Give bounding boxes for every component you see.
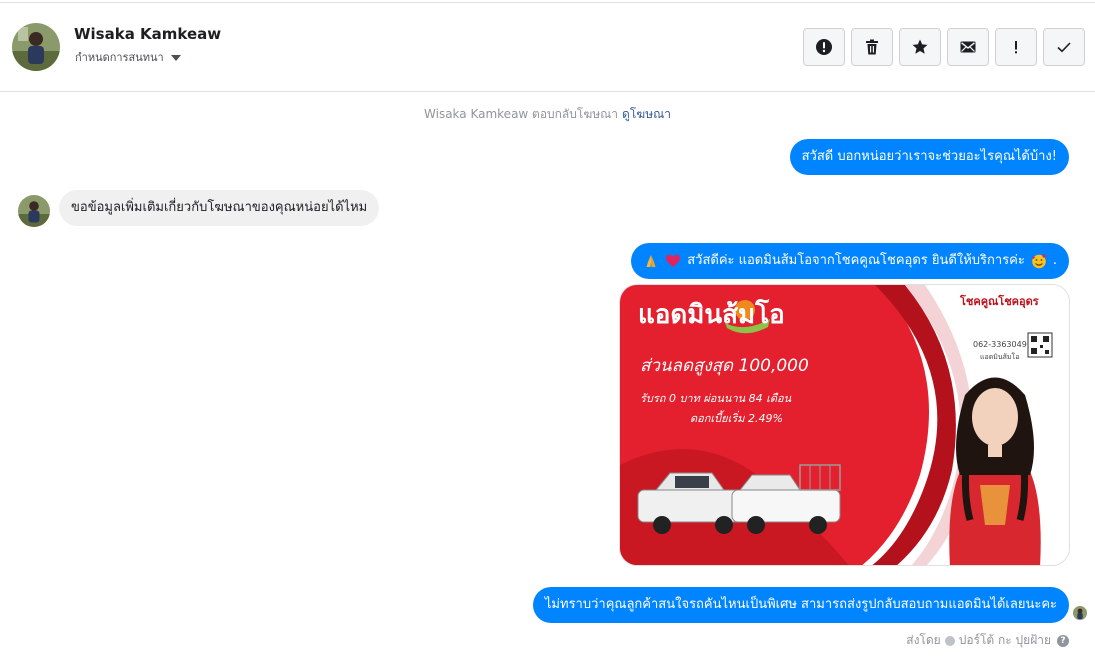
sender-avatar[interactable]	[18, 195, 50, 227]
assign-conversation-label: กำหนดการสนทนา	[75, 51, 164, 64]
check-icon	[1057, 42, 1071, 53]
message-bubble-outgoing[interactable]: สวัสดีค่ะ แอดมินส้มโอจากโชคคูณโชคอุดร ยิ…	[631, 243, 1069, 279]
ad-brand-title: แอดมินส้มโอ	[638, 298, 785, 330]
ad-terms-line: รับรถ 0 บาท ผ่อนนาน 84 เดือน	[640, 392, 792, 405]
assign-conversation-dropdown[interactable]: กำหนดการสนทนา	[75, 48, 181, 66]
sent-by-name: ปอร์โต้ กะ ปุยฝ้าย	[958, 633, 1051, 647]
red-heart-emoji-icon	[666, 254, 681, 267]
admin-portrait-image	[949, 377, 1041, 565]
conversation-header: Wisaka Kamkeaw กำหนดการสนทนา	[0, 3, 1095, 92]
spam-icon	[816, 39, 832, 55]
ad-discount-line: ส่วนลดสูงสุด 100,000	[640, 356, 809, 376]
star-icon	[912, 39, 928, 54]
contact-name[interactable]: Wisaka Kamkeaw	[74, 25, 221, 43]
trash-icon	[866, 39, 878, 55]
message-text: สวัสดีค่ะ แอดมินส้มโอจากโชคคูณโชคอุดร ยิ…	[687, 253, 1025, 268]
envelope-icon	[960, 41, 976, 53]
ad-phone: 062-3363049	[973, 340, 1027, 349]
qr-code-icon	[1027, 332, 1053, 358]
delete-button[interactable]	[851, 28, 893, 66]
conversation-toolbar	[803, 28, 1085, 66]
exclamation-icon	[1015, 41, 1017, 54]
folded-hands-emoji-icon	[646, 255, 656, 267]
ad-reply-text: Wisaka Kamkeaw ตอบกลับโฆษณา	[424, 107, 619, 121]
mark-spam-button[interactable]	[803, 28, 845, 66]
ad-image-attachment[interactable]: แอดมินส้มโอ ส่วนลดสูงสุด 100,000 รับรถ 0…	[619, 284, 1070, 566]
view-ad-link[interactable]: ดูโฆษณา	[622, 107, 671, 121]
message-bubble-outgoing[interactable]: สวัสดี บอกหน่อยว่าเราจะช่วยอะไรคุณได้บ้า…	[789, 139, 1069, 175]
sent-by-info: ส่งโดย ปอร์โต้ กะ ปุยฝ้าย ?	[906, 631, 1069, 650]
mark-unread-button[interactable]	[947, 28, 989, 66]
message-bubble-incoming[interactable]: ขอข้อมูลเพิ่มเติมเกี่ยวกับโฆษณาของคุณหน่…	[59, 190, 380, 226]
star-button[interactable]	[899, 28, 941, 66]
help-icon[interactable]: ?	[1057, 634, 1069, 647]
smiling-face-with-hearts-emoji-icon	[1031, 254, 1046, 269]
follow-up-button[interactable]	[995, 28, 1037, 66]
contact-avatar[interactable]	[12, 23, 60, 71]
ad-dealer-name: โชคคูณโชคอุดร	[959, 294, 1039, 309]
caret-down-icon	[170, 54, 181, 61]
mark-done-button[interactable]	[1043, 28, 1085, 66]
ad-reply-notice: Wisaka Kamkeaw ตอบกลับโฆษณา ดูโฆษณา	[0, 105, 1095, 124]
message-bubble-outgoing[interactable]: ไม่ทราบว่าคุณลูกค้าสนใจรถคันไหนเป็นพิเศษ…	[532, 587, 1069, 623]
sent-by-prefix: ส่งโดย	[906, 633, 941, 647]
read-receipt-avatar	[1073, 606, 1087, 620]
message-suffix: .	[1052, 253, 1057, 268]
ad-interest-line: ดอกเบี้ยเริ่ม 2.49%	[690, 410, 783, 425]
verified-dot-icon	[944, 635, 955, 646]
ad-contact-label: แอดมินส้มโอ	[980, 352, 1020, 361]
